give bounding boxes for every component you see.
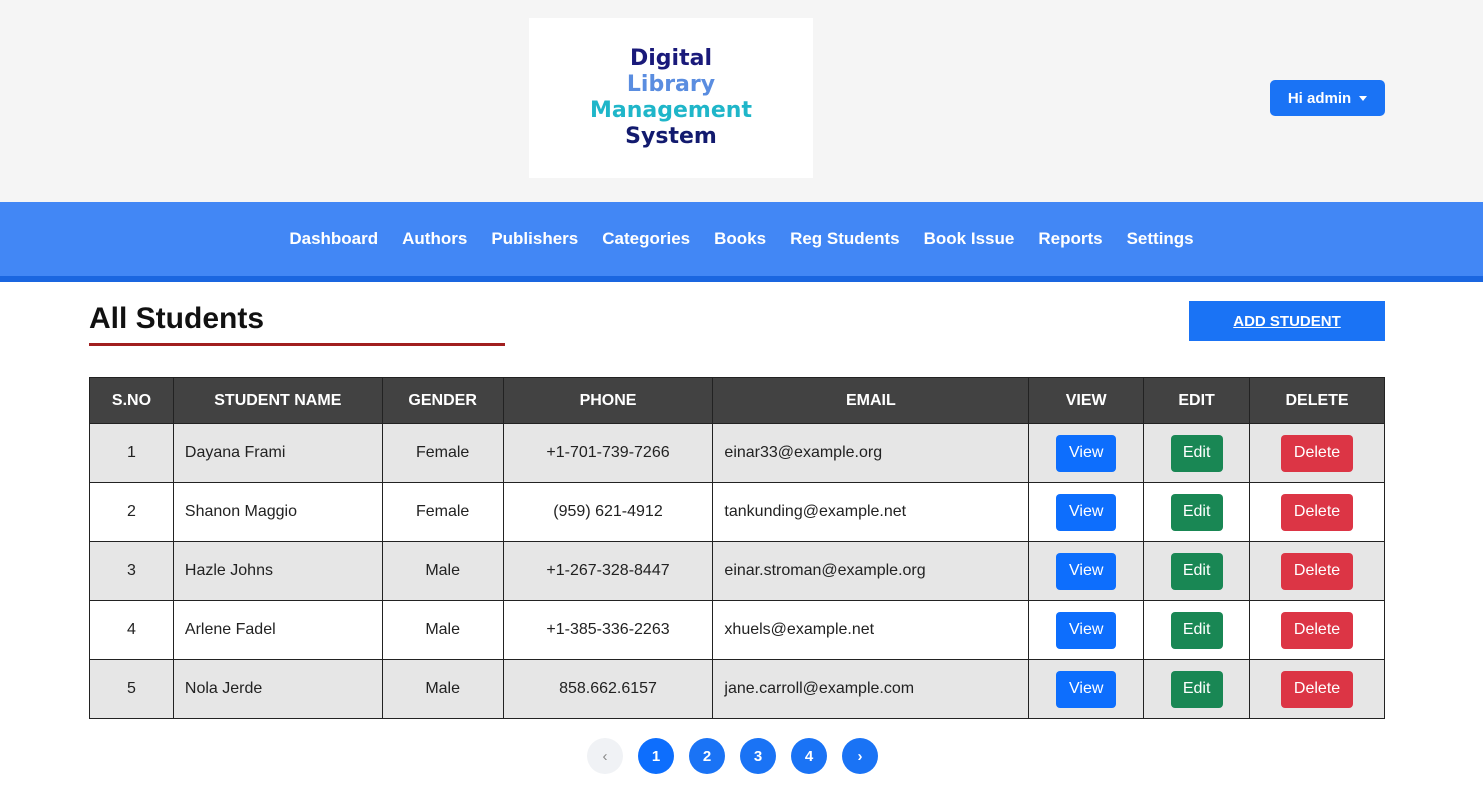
pagination-next[interactable]: › [842, 738, 878, 774]
caret-down-icon [1359, 95, 1368, 101]
cell-edit: Edit [1143, 423, 1251, 483]
cell-email: jane.carroll@example.com [712, 659, 1030, 719]
delete-button[interactable]: Delete [1281, 493, 1354, 531]
nav-item-dashboard[interactable]: Dashboard [277, 229, 390, 249]
edit-button[interactable]: Edit [1170, 493, 1223, 531]
cell-edit: Edit [1143, 482, 1251, 542]
cell-sno: 1 [89, 423, 174, 483]
edit-button[interactable]: Edit [1170, 670, 1223, 708]
column-header-edit: EDIT [1143, 377, 1251, 424]
logo-line-2: Library [626, 72, 716, 97]
students-table: S.NO STUDENT NAME GENDER PHONE EMAIL VIE… [89, 377, 1385, 719]
cell-edit: Edit [1143, 600, 1251, 660]
logo-line-4: System [625, 124, 717, 149]
table-row: 3 Hazle Johns Male +1-267-328-8447 einar… [89, 541, 1385, 601]
pagination-page-1[interactable]: 1 [638, 738, 674, 774]
cell-gender: Female [381, 482, 504, 542]
table-row: 1 Dayana Frami Female +1-701-739-7266 ei… [89, 423, 1385, 483]
header: Digital Library Management System Hi adm… [0, 0, 1483, 202]
edit-button[interactable]: Edit [1170, 611, 1223, 649]
cell-name: Nola Jerde [172, 659, 383, 719]
cell-phone: +1-385-336-2263 [502, 600, 714, 660]
pagination-page-3[interactable]: 3 [740, 738, 776, 774]
table-row: 5 Nola Jerde Male 858.662.6157 jane.carr… [89, 659, 1385, 719]
delete-button[interactable]: Delete [1281, 670, 1354, 708]
view-button[interactable]: View [1056, 670, 1117, 708]
cell-delete: Delete [1249, 659, 1385, 719]
column-header-sno: S.NO [89, 377, 174, 424]
user-menu-label: Hi admin [1287, 89, 1352, 107]
cell-view: View [1028, 600, 1145, 660]
column-header-email: EMAIL [712, 377, 1030, 424]
cell-gender: Male [381, 541, 504, 601]
nav-item-books[interactable]: Books [702, 229, 778, 249]
cell-sno: 4 [89, 600, 174, 660]
pagination-page-2[interactable]: 2 [689, 738, 725, 774]
logo: Digital Library Management System [529, 18, 813, 178]
nav-item-publishers[interactable]: Publishers [479, 229, 590, 249]
user-menu-button[interactable]: Hi admin [1270, 80, 1385, 116]
cell-view: View [1028, 423, 1145, 483]
cell-edit: Edit [1143, 541, 1251, 601]
column-header-name: STUDENT NAME [172, 377, 383, 424]
cell-view: View [1028, 659, 1145, 719]
cell-email: einar33@example.org [712, 423, 1030, 483]
table-header-row: S.NO STUDENT NAME GENDER PHONE EMAIL VIE… [89, 377, 1385, 424]
nav-item-categories[interactable]: Categories [590, 229, 702, 249]
nav-item-reg-students[interactable]: Reg Students [778, 229, 912, 249]
cell-email: tankunding@example.net [712, 482, 1030, 542]
nav-item-settings[interactable]: Settings [1115, 229, 1206, 249]
pagination: ‹ 1 2 3 4 › [587, 738, 878, 774]
cell-phone: +1-267-328-8447 [502, 541, 714, 601]
nav-item-book-issue[interactable]: Book Issue [912, 229, 1027, 249]
pagination-prev[interactable]: ‹ [587, 738, 623, 774]
cell-view: View [1028, 541, 1145, 601]
cell-delete: Delete [1249, 600, 1385, 660]
cell-sno: 5 [89, 659, 174, 719]
view-button[interactable]: View [1056, 552, 1117, 590]
cell-view: View [1028, 482, 1145, 542]
table-row: 4 Arlene Fadel Male +1-385-336-2263 xhue… [89, 600, 1385, 660]
delete-button[interactable]: Delete [1281, 552, 1354, 590]
cell-phone: +1-701-739-7266 [502, 423, 714, 483]
delete-button[interactable]: Delete [1281, 434, 1354, 472]
logo-line-3: Management [590, 98, 752, 123]
view-button[interactable]: View [1056, 611, 1117, 649]
cell-name: Dayana Frami [172, 423, 383, 483]
cell-gender: Female [381, 423, 504, 483]
logo-line-1: Digital [630, 46, 712, 71]
column-header-delete: DELETE [1249, 377, 1385, 424]
cell-sno: 2 [89, 482, 174, 542]
cell-delete: Delete [1249, 423, 1385, 483]
cell-phone: (959) 621-4912 [502, 482, 714, 542]
cell-email: einar.stroman@example.org [712, 541, 1030, 601]
cell-edit: Edit [1143, 659, 1251, 719]
pagination-page-4[interactable]: 4 [791, 738, 827, 774]
cell-phone: 858.662.6157 [502, 659, 714, 719]
title-underline [89, 343, 505, 346]
add-student-button[interactable]: ADD STUDENT [1189, 301, 1385, 341]
main-nav: Dashboard Authors Publishers Categories … [0, 202, 1483, 282]
page-title: All Students [89, 302, 265, 335]
table-row: 2 Shanon Maggio Female (959) 621-4912 ta… [89, 482, 1385, 542]
cell-name: Shanon Maggio [172, 482, 383, 542]
cell-sno: 3 [89, 541, 174, 601]
column-header-phone: PHONE [502, 377, 714, 424]
view-button[interactable]: View [1056, 493, 1117, 531]
column-header-gender: GENDER [381, 377, 504, 424]
column-header-view: VIEW [1028, 377, 1145, 424]
cell-name: Hazle Johns [172, 541, 383, 601]
edit-button[interactable]: Edit [1170, 434, 1223, 472]
cell-delete: Delete [1249, 482, 1385, 542]
cell-delete: Delete [1249, 541, 1385, 601]
nav-item-authors[interactable]: Authors [390, 229, 479, 249]
view-button[interactable]: View [1056, 434, 1117, 472]
cell-email: xhuels@example.net [712, 600, 1030, 660]
cell-name: Arlene Fadel [172, 600, 383, 660]
edit-button[interactable]: Edit [1170, 552, 1223, 590]
nav-item-reports[interactable]: Reports [1026, 229, 1114, 249]
cell-gender: Male [381, 659, 504, 719]
cell-gender: Male [381, 600, 504, 660]
delete-button[interactable]: Delete [1281, 611, 1354, 649]
